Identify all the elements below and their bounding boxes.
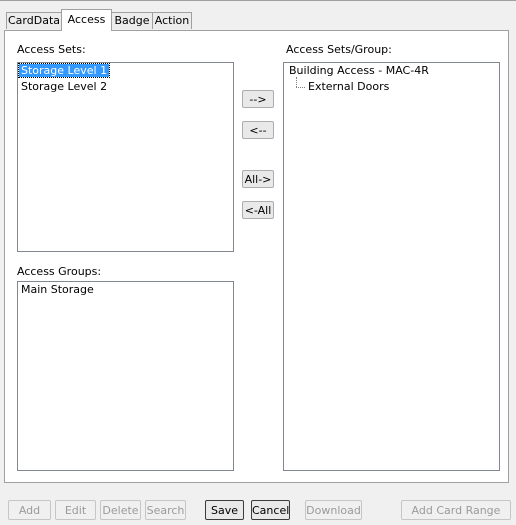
tree-node-building-access[interactable]: Building Access - MAC-4R	[284, 63, 499, 79]
tree-node-label: Building Access - MAC-4R	[289, 64, 429, 77]
assigned-access-tree[interactable]: Building Access - MAC-4R External Doors	[283, 62, 500, 471]
access-sets-group-label: Access Sets/Group:	[286, 43, 392, 56]
tab-access[interactable]: Access	[61, 9, 112, 31]
add-all-button[interactable]: All->	[242, 170, 274, 188]
search-button[interactable]: Search	[145, 500, 186, 520]
delete-button[interactable]: Delete	[100, 500, 141, 520]
tab-badge[interactable]: Badge	[111, 12, 153, 29]
save-button[interactable]: Save	[205, 500, 244, 520]
remove-all-button[interactable]: <-All	[242, 201, 274, 219]
list-item-storage-level-2[interactable]: Storage Level 2	[18, 79, 233, 95]
access-sets-list[interactable]: Storage Level 1 Storage Level 2	[17, 62, 234, 252]
add-button[interactable]: -->	[242, 90, 274, 108]
footer-add-button[interactable]: Add	[8, 500, 51, 520]
tree-node-label: External Doors	[308, 80, 390, 93]
window-top-border	[0, 0, 516, 1]
cancel-button[interactable]: Cancel	[251, 500, 290, 520]
tree-connector	[296, 87, 305, 88]
access-sets-label: Access Sets:	[17, 43, 86, 56]
access-groups-list[interactable]: Main Storage	[17, 281, 234, 471]
access-tab-panel: Access Sets: Storage Level 1 Storage Lev…	[4, 30, 509, 483]
edit-button[interactable]: Edit	[55, 500, 96, 520]
list-item-main-storage[interactable]: Main Storage	[18, 282, 233, 298]
list-item-label: Storage Level 1	[18, 63, 111, 78]
tab-carddata[interactable]: CardData	[6, 12, 62, 29]
remove-button[interactable]: <--	[242, 121, 274, 139]
tab-action[interactable]: Action	[152, 12, 192, 29]
access-groups-label: Access Groups:	[17, 265, 102, 278]
download-button[interactable]: Download	[305, 500, 362, 520]
tree-connector	[296, 77, 297, 87]
list-item-label: Main Storage	[21, 283, 94, 296]
list-item-storage-level-1[interactable]: Storage Level 1	[18, 63, 233, 79]
add-card-range-button[interactable]: Add Card Range	[401, 500, 511, 520]
tree-node-external-doors[interactable]: External Doors	[284, 77, 499, 95]
list-item-label: Storage Level 2	[21, 80, 108, 93]
